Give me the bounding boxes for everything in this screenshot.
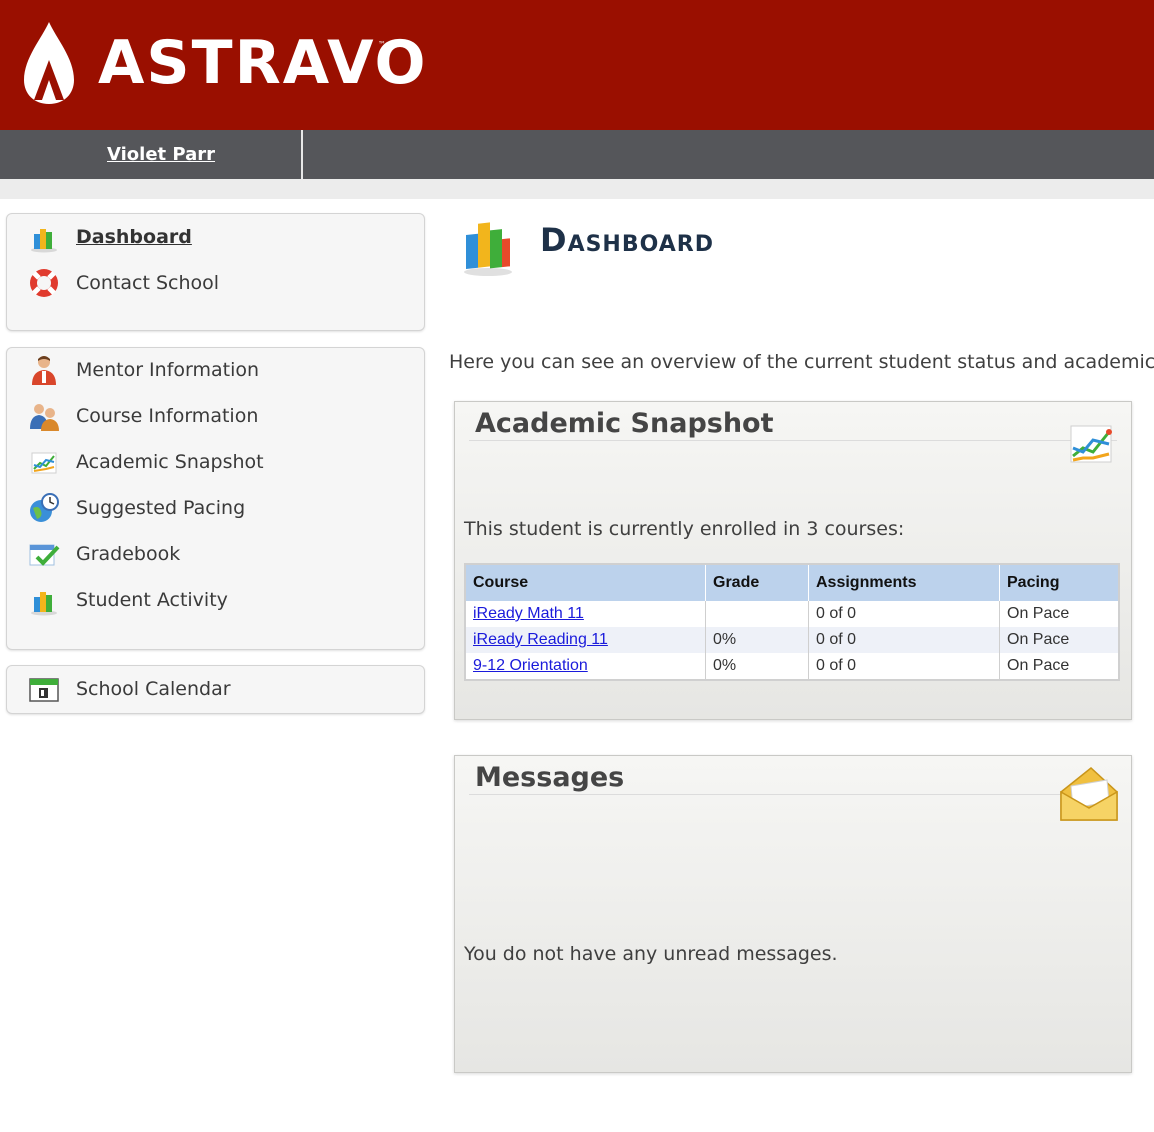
trademark-mark: ™ bbox=[378, 40, 386, 49]
column-header-assignments[interactable]: Assignments bbox=[808, 564, 1000, 601]
column-header-pacing[interactable]: Pacing bbox=[999, 564, 1120, 601]
card-divider bbox=[469, 440, 1117, 441]
course-link[interactable]: iReady Reading 11 bbox=[473, 631, 608, 648]
bar-chart-icon bbox=[31, 592, 57, 616]
table-row: iReady Reading 11 0% 0 of 0 On Pace bbox=[465, 627, 1120, 653]
course-link[interactable]: 9-12 Orientation bbox=[473, 657, 588, 674]
course-cell: iReady Math 11 bbox=[465, 601, 706, 627]
sidebar-panel-info: Mentor Information Course Information Ac… bbox=[6, 347, 425, 650]
sidebar-item-contact-school[interactable]: Contact School bbox=[27, 267, 219, 299]
sidebar-item-school-calendar[interactable]: School Calendar bbox=[27, 673, 231, 705]
messages-card: Messages You do not have any unread mess… bbox=[454, 755, 1132, 1073]
no-messages-text: You do not have any unread messages. bbox=[464, 943, 838, 965]
academic-snapshot-card: Academic Snapshot This student is curren… bbox=[454, 401, 1132, 720]
sidebar-item-label: Suggested Pacing bbox=[76, 497, 246, 519]
pacing-cell: On Pace bbox=[999, 653, 1120, 680]
card-divider bbox=[469, 794, 1117, 795]
user-bar-divider bbox=[301, 130, 303, 179]
enrolled-courses-text: This student is currently enrolled in 3 … bbox=[464, 518, 905, 540]
column-header-grade[interactable]: Grade bbox=[705, 564, 809, 601]
table-header-row: Course Grade Assignments Pacing bbox=[465, 564, 1120, 601]
user-name-link[interactable]: Violet Parr bbox=[107, 130, 215, 179]
pacing-cell: On Pace bbox=[999, 601, 1120, 627]
sidebar-item-gradebook[interactable]: Gradebook bbox=[27, 538, 180, 570]
dashboard-chart-icon bbox=[464, 222, 512, 276]
sidebar-item-label: Mentor Information bbox=[76, 359, 260, 381]
sidebar-item-label: Academic Snapshot bbox=[76, 451, 264, 473]
grade-cell bbox=[705, 601, 809, 627]
column-header-course[interactable]: Course bbox=[465, 564, 706, 601]
life-ring-icon bbox=[30, 269, 58, 297]
course-cell: iReady Reading 11 bbox=[465, 627, 706, 653]
brand-name: ASTRAVO bbox=[98, 28, 428, 98]
bar-chart-icon bbox=[31, 229, 57, 253]
card-title: Messages bbox=[475, 762, 625, 793]
checkmark-icon bbox=[29, 544, 60, 566]
sidebar-item-label: Course Information bbox=[76, 405, 259, 427]
grade-cell: 0% bbox=[705, 627, 809, 653]
sidebar-item-academic-snapshot[interactable]: Academic Snapshot bbox=[27, 446, 264, 478]
sidebar-item-mentor-information[interactable]: Mentor Information bbox=[27, 354, 259, 386]
assignments-cell: 0 of 0 bbox=[808, 653, 1000, 680]
page-intro-text: Here you can see an overview of the curr… bbox=[449, 351, 1154, 373]
sidebar-item-label: Contact School bbox=[76, 272, 220, 294]
sidebar-item-suggested-pacing[interactable]: Suggested Pacing bbox=[27, 492, 245, 524]
sidebar-item-course-information[interactable]: Course Information bbox=[27, 400, 258, 432]
sidebar-item-label: Dashboard bbox=[76, 226, 192, 248]
grade-cell: 0% bbox=[705, 653, 809, 680]
assignments-cell: 0 of 0 bbox=[808, 627, 1000, 653]
page-title: Dashboard bbox=[540, 221, 714, 259]
calendar-icon bbox=[29, 678, 59, 702]
astravo-logo-icon bbox=[24, 22, 74, 104]
sidebar-item-student-activity[interactable]: Student Activity bbox=[27, 584, 228, 616]
globe-clock-icon bbox=[30, 493, 59, 522]
line-chart-icon bbox=[1070, 425, 1112, 463]
sidebar-item-label: Student Activity bbox=[76, 589, 228, 611]
assignments-cell: 0 of 0 bbox=[808, 601, 1000, 627]
line-chart-icon bbox=[31, 452, 57, 474]
sub-bar bbox=[0, 179, 1154, 199]
table-row: iReady Math 11 0 of 0 On Pace bbox=[465, 601, 1120, 627]
envelope-icon bbox=[1060, 767, 1118, 821]
sidebar-item-dashboard[interactable]: Dashboard bbox=[27, 221, 192, 253]
card-title: Academic Snapshot bbox=[475, 408, 774, 439]
user-bar: Violet Parr bbox=[0, 130, 1154, 179]
courses-table: Course Grade Assignments Pacing iReady M… bbox=[464, 563, 1120, 681]
sidebar-panel-main: Dashboard Contact School bbox=[6, 213, 425, 331]
app-header: ASTRAVO ™ bbox=[0, 0, 1154, 130]
course-link[interactable]: iReady Math 11 bbox=[473, 605, 584, 622]
sidebar-item-label: School Calendar bbox=[76, 678, 231, 700]
course-cell: 9-12 Orientation bbox=[465, 653, 706, 680]
pacing-cell: On Pace bbox=[999, 627, 1120, 653]
sidebar-item-label: Gradebook bbox=[76, 543, 181, 565]
table-row: 9-12 Orientation 0% 0 of 0 On Pace bbox=[465, 653, 1120, 680]
people-icon bbox=[30, 404, 59, 431]
sidebar-panel-calendar: School Calendar bbox=[6, 665, 425, 714]
person-icon bbox=[32, 356, 56, 385]
